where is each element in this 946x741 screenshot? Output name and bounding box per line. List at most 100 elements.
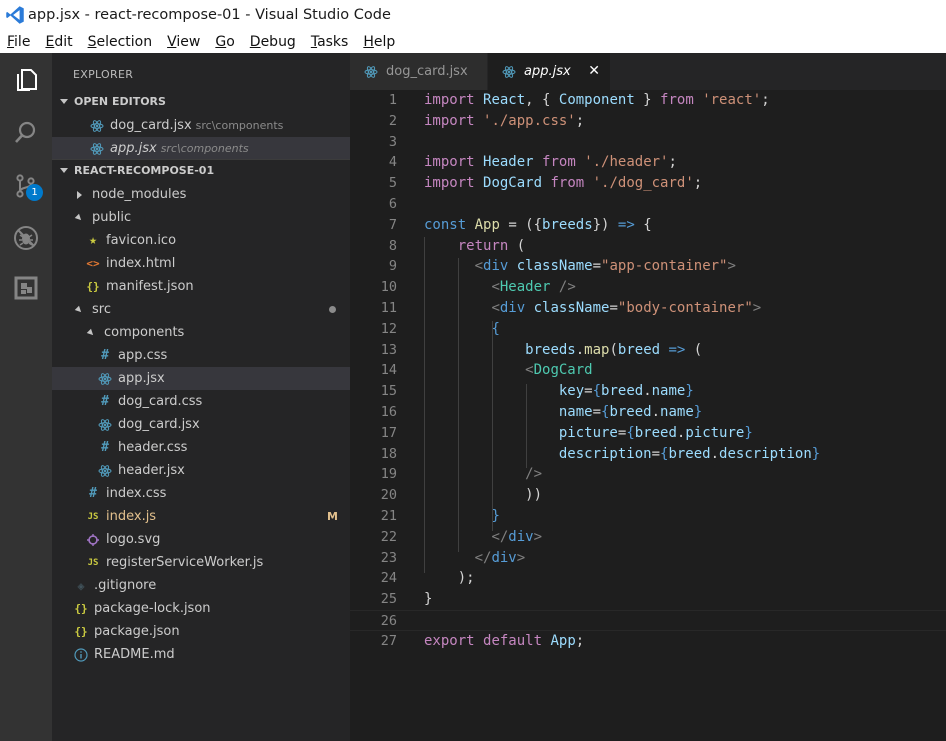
tree-file-registerserviceworker-js[interactable]: JS registerServiceWorker.js <box>52 551 350 574</box>
code-line: 26 <box>350 610 946 631</box>
tree-item-label: README.md <box>94 647 175 662</box>
code-line: 23 </div> <box>350 548 946 569</box>
tree-file-favicon-ico[interactable]: ★ favicon.ico <box>52 229 350 252</box>
tree-file-dog-card-jsx[interactable]: dog_card.jsx <box>52 413 350 436</box>
code-text: /> <box>424 464 542 485</box>
tree-file-header-css[interactable]: # header.css <box>52 436 350 459</box>
open-editor-item-app[interactable]: app.jsx src\components <box>52 137 350 160</box>
json-icon: {} <box>74 625 88 638</box>
code-token: from <box>660 92 694 108</box>
menu-mnemonic: F <box>7 33 15 50</box>
tree-item-label: package-lock.json <box>94 601 211 616</box>
tree-file-index-css[interactable]: # index.css <box>52 482 350 505</box>
tree-item-label: public <box>92 210 132 225</box>
menu-label: elp <box>373 33 396 50</box>
code-token: './dog_card' <box>592 175 694 192</box>
line-number: 18 <box>380 445 397 462</box>
tree-file-index-js[interactable]: JS index.js M <box>52 505 350 528</box>
search-activity-button[interactable] <box>0 108 52 158</box>
menu-item-go[interactable]: Go <box>208 34 242 50</box>
tree-folder-node-modules[interactable]: node_modules <box>52 183 350 206</box>
menu-item-edit[interactable]: Edit <box>38 34 80 50</box>
menu-item-selection[interactable]: Selection <box>81 34 161 50</box>
tree-file-readme-md[interactable]: README.md <box>52 643 350 666</box>
code-token: } <box>491 508 500 524</box>
menu-mnemonic: G <box>215 33 227 50</box>
debug-activity-button[interactable] <box>0 213 52 263</box>
tree-file-header-jsx[interactable]: header.jsx <box>52 459 350 482</box>
project-header[interactable]: REACT-RECOMPOSE-01 <box>52 159 350 181</box>
tree-item-label: registerServiceWorker.js <box>106 555 264 570</box>
menu-item-debug[interactable]: Debug <box>243 34 304 50</box>
code-line: 19 /> <box>350 464 946 485</box>
code-text: <DogCard <box>424 360 592 381</box>
tree-file-package-lock-json[interactable]: {} package-lock.json <box>52 597 350 620</box>
line-number: 2 <box>388 112 397 129</box>
tree-folder-public[interactable]: public <box>52 206 350 229</box>
tree-file-gitignore[interactable]: ◈ .gitignore <box>52 574 350 597</box>
tree-item-label: app.jsx <box>118 371 165 386</box>
code-token: return <box>457 237 509 254</box>
source-control-activity-button[interactable] <box>0 161 52 211</box>
close-icon[interactable]: ✕ <box>588 63 600 79</box>
code-token: map <box>584 341 610 358</box>
open-editor-path: src\components <box>160 142 249 155</box>
code-token: < <box>474 258 484 275</box>
tree-file-package-json[interactable]: {} package.json <box>52 620 350 643</box>
menu-item-file[interactable]: File <box>0 34 38 50</box>
menu-item-tasks[interactable]: Tasks <box>304 34 357 50</box>
tab-app[interactable]: app.jsx ✕ <box>488 53 610 90</box>
code-text: <div className="body-container"> <box>424 298 761 319</box>
code-token: div <box>508 528 534 545</box>
tree-item-label: src <box>92 302 111 317</box>
tree-folder-src[interactable]: src <box>52 298 350 321</box>
tree-file-logo-svg[interactable]: logo.svg <box>52 528 350 551</box>
code-token: ; <box>575 632 585 649</box>
code-text: return ( <box>424 236 525 257</box>
open-editors-header[interactable]: OPEN EDITORS <box>52 90 350 112</box>
code-line: 21 } <box>350 506 946 527</box>
code-token: => <box>668 341 686 358</box>
code-token: /> <box>525 466 543 483</box>
svg-icon <box>86 533 100 547</box>
tree-file-index-html[interactable]: <> index.html <box>52 252 350 275</box>
code-line: 12 { <box>350 319 946 340</box>
code-token: description <box>558 445 652 462</box>
open-editor-item-dog-card[interactable]: dog_card.jsx src\components <box>52 114 350 137</box>
extensions-activity-button[interactable] <box>0 263 52 313</box>
tree-file-app-jsx[interactable]: app.jsx <box>52 367 350 390</box>
code-token: 'react' <box>702 92 762 108</box>
tab-label: app.jsx <box>524 64 571 79</box>
code-text: export default App; <box>424 631 584 652</box>
menu-item-help[interactable]: Help <box>356 34 403 50</box>
code-token: = <box>592 404 602 420</box>
tab-dog-card[interactable]: dog_card.jsx <box>350 53 487 90</box>
code-token: from <box>550 175 585 192</box>
code-token: Component <box>558 92 635 108</box>
code-editor[interactable]: 1 import React, { Component } from 'react… <box>350 90 946 741</box>
code-text: import Header from './header'; <box>424 152 677 173</box>
react-icon <box>90 119 104 133</box>
tree-file-dog-card-css[interactable]: # dog_card.css <box>52 390 350 413</box>
css-icon: # <box>101 348 109 363</box>
code-token: picture <box>685 424 745 441</box>
code-token: DogCard <box>483 175 543 192</box>
tree-folder-components[interactable]: components <box>52 321 350 344</box>
react-icon <box>98 372 112 386</box>
code-token: } <box>811 445 821 462</box>
tree-item-label: header.css <box>118 440 188 455</box>
code-token: < <box>491 279 500 296</box>
line-number: 7 <box>388 216 397 233</box>
tree-file-manifest-json[interactable]: {} manifest.json <box>52 275 350 298</box>
code-token: breed <box>601 383 644 400</box>
line-number: 16 <box>380 404 397 420</box>
tree-file-app-css[interactable]: # app.css <box>52 344 350 367</box>
code-token: const <box>424 216 467 233</box>
menu-item-view[interactable]: View <box>160 34 208 50</box>
explorer-activity-button[interactable] <box>0 55 52 105</box>
